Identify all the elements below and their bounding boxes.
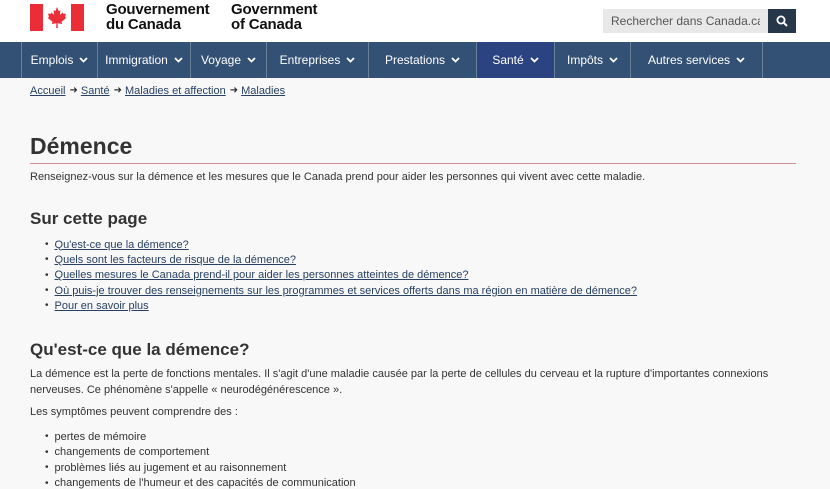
list-item-text: changements de l'humeur et des capacités…: [54, 477, 356, 489]
chevron-down-icon: [530, 57, 539, 63]
nav-item-label: Prestations: [384, 53, 446, 67]
chevron-down-icon: [736, 57, 745, 63]
search-button[interactable]: [768, 9, 796, 33]
toc-link[interactable]: Quelles mesures le Canada prend-il pour …: [55, 269, 469, 281]
toc-link[interactable]: Où puis-je trouver des renseignements su…: [55, 285, 637, 297]
toc-item: Quelles mesures le Canada prend-il pour …: [45, 268, 637, 283]
nav-item-entreprises[interactable]: Entreprises: [267, 42, 369, 78]
section-heading: Qu'est-ce que la démence?: [30, 340, 250, 359]
table-of-contents: Qu'est-ce que la démence? Quels sont les…: [45, 237, 637, 313]
list-item: problèmes liés au jugement et au raisonn…: [45, 460, 356, 476]
nav-item-label: Emplois: [30, 53, 74, 67]
section-paragraph: La démence est la perte de fonctions men…: [30, 368, 769, 396]
search-input[interactable]: [603, 9, 768, 33]
chevron-down-icon: [174, 57, 183, 63]
toc-link[interactable]: Quels sont les facteurs de risque de la …: [55, 254, 297, 266]
toc-item: Pour en savoir plus: [45, 298, 637, 313]
breadcrumb-item[interactable]: Maladies: [241, 85, 285, 97]
list-item-text: changements de comportement: [54, 446, 210, 459]
nav-menu: Emplois Immigration Voyage Entreprises P…: [21, 42, 763, 78]
list-item-text: pertes de mémoire: [54, 430, 147, 443]
chevron-down-icon: [609, 57, 618, 63]
breadcrumb-item[interactable]: Accueil: [30, 85, 65, 97]
nav-item-label: Impôts: [566, 53, 603, 67]
nav-item-label: Entreprises: [279, 53, 341, 67]
intro-text: Renseignez-vous sur la démence et les me…: [30, 171, 646, 183]
breadcrumb: Accueil ➜ Santé ➜ Maladies et affection …: [30, 85, 285, 97]
breadcrumb-link-maladies[interactable]: Maladies: [241, 85, 285, 97]
signature-fr-line2: du Canada: [106, 16, 181, 33]
nav-item-prestations[interactable]: Prestations: [369, 42, 477, 78]
nav-item-label: Immigration: [105, 53, 168, 67]
nav-item-voyage[interactable]: Voyage: [191, 42, 267, 78]
chevron-down-icon: [247, 57, 256, 63]
toc-item: Qu'est-ce que la démence?: [45, 237, 637, 252]
breadcrumb-link-sante[interactable]: Santé: [81, 85, 110, 97]
chevron-down-icon: [346, 57, 355, 63]
canada-flag-icon[interactable]: [30, 4, 84, 31]
list-item-text: problèmes liés au jugement et au raisonn…: [54, 461, 287, 474]
arrow-right-icon: ➜: [229, 85, 239, 96]
signature-english[interactable]: Government of Canada: [231, 1, 318, 33]
list-item: changements de comportement: [45, 445, 356, 461]
nav-item-impots[interactable]: Impôts: [555, 42, 631, 78]
nav-item-sante[interactable]: Santé: [477, 42, 555, 78]
chevron-down-icon: [451, 57, 460, 63]
site-header: Gouvernement du Canada Government of Can…: [0, 0, 830, 42]
toc-heading: Sur cette page: [30, 209, 148, 228]
signature-fr-line1: Gouvernement: [106, 1, 210, 18]
toc-item: Quels sont les facteurs de risque de la …: [45, 252, 637, 267]
arrow-right-icon: ➜: [113, 85, 122, 96]
breadcrumb-link-maladies-affection[interactable]: Maladies et affection: [125, 85, 226, 97]
search-icon: [776, 15, 788, 27]
list-item: changements de l'humeur et des capacités…: [45, 476, 356, 489]
signature-en-line1: Government: [231, 1, 318, 18]
nav-item-immigration[interactable]: Immigration: [98, 42, 191, 78]
nav-item-emplois[interactable]: Emplois: [22, 42, 98, 78]
toc-item: Où puis-je trouver des renseignements su…: [45, 283, 637, 298]
toc-link[interactable]: Pour en savoir plus: [55, 300, 149, 312]
list-item: pertes de mémoire: [45, 429, 356, 445]
breadcrumb-item[interactable]: Maladies et affection: [125, 85, 226, 97]
arrow-right-icon: ➜: [69, 85, 78, 96]
signature-en-line2: of Canada: [231, 16, 302, 33]
breadcrumb-item[interactable]: Santé: [81, 85, 110, 97]
main-nav: Emplois Immigration Voyage Entreprises P…: [0, 42, 830, 78]
breadcrumb-link-accueil[interactable]: Accueil: [30, 85, 65, 97]
toc-link[interactable]: Qu'est-ce que la démence?: [55, 239, 189, 251]
title-divider: [30, 163, 796, 164]
page-title: Démence: [30, 133, 133, 159]
symptoms-list: pertes de mémoire changements de comport…: [45, 429, 356, 489]
signature-french[interactable]: Gouvernement du Canada: [106, 1, 210, 33]
chevron-down-icon: [79, 57, 88, 63]
nav-item-autres-services[interactable]: Autres services: [631, 42, 763, 78]
nav-item-label: Autres services: [647, 53, 731, 67]
nav-item-label: Santé: [492, 53, 524, 67]
nav-item-label: Voyage: [200, 53, 242, 67]
symptoms-intro: Les symptômes peuvent comprendre des :: [30, 406, 238, 418]
